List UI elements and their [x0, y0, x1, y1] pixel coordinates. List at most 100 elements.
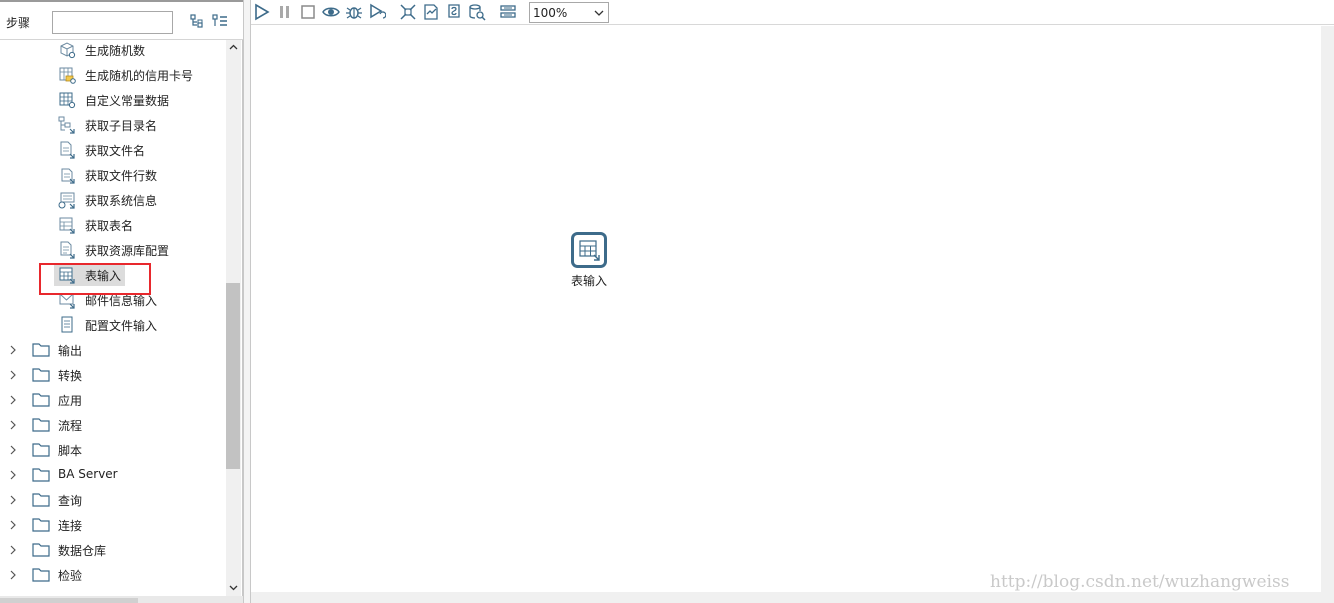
canvas-horizontal-scrollbar[interactable]	[251, 592, 1334, 603]
folder-item-label: 应用	[58, 394, 83, 408]
folder-icon	[32, 368, 50, 382]
zoom-value: 100%	[533, 6, 568, 20]
dice-table-icon	[60, 42, 76, 59]
system-info-icon	[58, 192, 75, 209]
folder-icon	[32, 443, 50, 457]
step-item-label: 生成随机的信用卡号	[85, 69, 194, 83]
annotation-highlight-box	[39, 263, 151, 295]
chevron-right-icon[interactable]	[9, 570, 17, 580]
run-icon[interactable]	[253, 3, 271, 21]
preview-eye-icon[interactable]	[322, 3, 340, 21]
folder-item[interactable]: BA Server	[0, 463, 226, 488]
step-item[interactable]: 获取文件行数	[0, 163, 226, 188]
transformation-canvas[interactable]: 表输入	[251, 26, 1321, 592]
chevron-right-icon[interactable]	[9, 545, 17, 555]
step-item-label: 获取系统信息	[85, 194, 158, 208]
folder-item[interactable]: 查询	[0, 488, 226, 513]
step-item-label: 获取资源库配置	[85, 244, 170, 258]
folder-item-label: 流程	[58, 419, 83, 433]
folder-icon	[32, 493, 50, 507]
steps-scrollbar-thumb[interactable]	[226, 283, 240, 469]
folder-item[interactable]: 应用	[0, 388, 226, 413]
step-item-label: 获取表名	[85, 219, 134, 233]
step-item[interactable]: 获取资源库配置	[0, 238, 226, 263]
folder-icon	[32, 468, 50, 482]
folder-item[interactable]: 输出	[0, 338, 226, 363]
canvas-step-table-input[interactable]	[571, 232, 607, 268]
step-item[interactable]: 获取子目录名	[0, 113, 226, 138]
step-item[interactable]: 获取表名	[0, 213, 226, 238]
file-name-icon	[60, 141, 75, 159]
chevron-right-icon[interactable]	[9, 495, 17, 505]
align-grid-icon[interactable]	[499, 3, 517, 21]
chevron-right-icon[interactable]	[9, 470, 17, 480]
folder-item-label: BA Server	[58, 467, 118, 481]
zoom-select[interactable]: 100%	[529, 2, 609, 23]
folder-item-label: 转换	[58, 369, 83, 383]
step-item-label: 获取文件名	[85, 144, 146, 158]
folder-item-label: 数据仓库	[58, 544, 107, 558]
chevron-right-icon[interactable]	[9, 520, 17, 530]
step-item[interactable]: 获取文件名	[0, 138, 226, 163]
subfolder-icon	[58, 116, 75, 134]
folder-icon	[32, 393, 50, 407]
steps-panel: 步骤 生成随机数 生成随机的信用卡号 自定义常量数据 获取子目录名 获取文件名 …	[0, 0, 243, 603]
explore-database-icon[interactable]	[468, 3, 486, 21]
folder-item-label: 检验	[58, 569, 83, 583]
folder-item[interactable]: 数据仓库	[0, 538, 226, 563]
folder-icon	[32, 343, 50, 357]
folder-item[interactable]: 脚本	[0, 438, 226, 463]
folder-item-label: 查询	[58, 494, 83, 508]
step-item-label: 生成随机数	[85, 44, 146, 58]
steps-horizontal-scrollbar-thumb[interactable]	[0, 598, 138, 603]
step-item-label: 获取子目录名	[85, 119, 158, 133]
steps-search-input[interactable]	[52, 11, 173, 34]
chevron-right-icon[interactable]	[9, 345, 17, 355]
step-item-label: 获取文件行数	[85, 169, 158, 183]
folder-icon	[32, 518, 50, 532]
card-table-icon	[59, 67, 76, 84]
canvas-toolbar: 100%	[251, 0, 1334, 25]
folder-item[interactable]: 流程	[0, 413, 226, 438]
folder-item[interactable]: 检验	[0, 563, 226, 588]
expand-all-icon[interactable]	[190, 13, 206, 29]
config-file-icon	[61, 316, 73, 333]
step-item[interactable]: 配置文件输入	[0, 313, 226, 338]
folder-item-label: 连接	[58, 519, 83, 533]
chevron-right-icon[interactable]	[9, 395, 17, 405]
replay-icon[interactable]	[368, 3, 386, 21]
step-item[interactable]: 生成随机的信用卡号	[0, 63, 226, 88]
verify-icon[interactable]	[399, 3, 417, 21]
step-item[interactable]: 获取系统信息	[0, 188, 226, 213]
chevron-down-icon[interactable]	[594, 9, 604, 17]
step-item-label: 自定义常量数据	[85, 94, 170, 108]
chevron-right-icon[interactable]	[9, 370, 17, 380]
sql-generate-icon[interactable]	[445, 3, 463, 21]
folder-item-label: 输出	[58, 344, 83, 358]
steps-panel-header: 步骤	[0, 0, 243, 40]
folder-item[interactable]: 连接	[0, 513, 226, 538]
step-item[interactable]: 生成随机数	[0, 40, 226, 63]
folder-item-label: 脚本	[58, 444, 83, 458]
collapse-all-icon[interactable]	[212, 13, 228, 29]
stop-icon[interactable]	[299, 3, 317, 21]
constant-table-icon	[59, 92, 76, 109]
steps-tree: 生成随机数 生成随机的信用卡号 自定义常量数据 获取子目录名 获取文件名 获取文…	[0, 40, 226, 596]
scroll-down-icon[interactable]	[226, 580, 241, 595]
canvas-step-label: 表输入	[570, 274, 607, 288]
pause-icon[interactable]	[276, 3, 294, 21]
folder-icon	[32, 418, 50, 432]
folder-item[interactable]: 转换	[0, 363, 226, 388]
debug-bug-icon[interactable]	[345, 3, 363, 21]
steps-panel-title: 步骤	[6, 16, 31, 30]
folder-icon	[32, 568, 50, 582]
watermark-text: http://blog.csdn.net/wuzhangweiss	[990, 572, 1290, 592]
chevron-right-icon[interactable]	[9, 420, 17, 430]
canvas-vertical-scrollbar[interactable]	[1321, 26, 1334, 592]
step-item[interactable]: 自定义常量数据	[0, 88, 226, 113]
panel-splitter[interactable]	[243, 0, 251, 603]
chevron-right-icon[interactable]	[9, 445, 17, 455]
impact-analysis-icon[interactable]	[422, 3, 440, 21]
folder-icon	[32, 543, 50, 557]
scroll-up-icon[interactable]	[226, 40, 241, 55]
